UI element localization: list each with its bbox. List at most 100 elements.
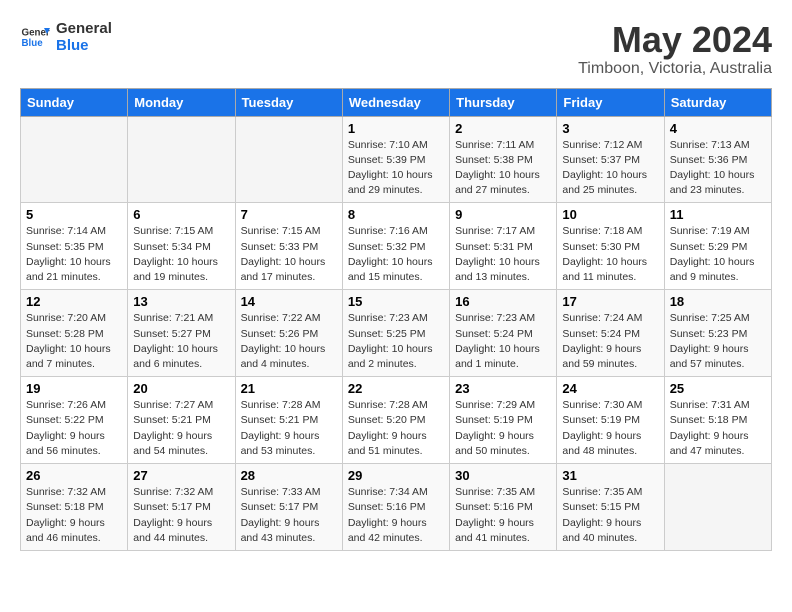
day-info: Sunrise: 7:11 AM Sunset: 5:38 PM Dayligh… xyxy=(455,138,551,199)
day-info: Sunrise: 7:31 AM Sunset: 5:18 PM Dayligh… xyxy=(670,398,766,459)
logo-blue: Blue xyxy=(56,37,112,54)
logo: General Blue General Blue xyxy=(20,20,112,55)
page-header: General Blue General Blue May 2024 Timbo… xyxy=(20,20,772,78)
calendar-cell: 16 Sunrise: 7:23 AM Sunset: 5:24 PM Dayli… xyxy=(450,290,557,377)
day-info: Sunrise: 7:15 AM Sunset: 5:34 PM Dayligh… xyxy=(133,224,229,285)
calendar-cell: 14 Sunrise: 7:22 AM Sunset: 5:26 PM Dayli… xyxy=(235,290,342,377)
location-subtitle: Timboon, Victoria, Australia xyxy=(578,60,772,78)
day-number: 11 xyxy=(670,207,766,222)
calendar-cell: 4 Sunrise: 7:13 AM Sunset: 5:36 PM Daylig… xyxy=(664,116,771,203)
day-info: Sunrise: 7:13 AM Sunset: 5:36 PM Dayligh… xyxy=(670,138,766,199)
calendar-header-row: SundayMondayTuesdayWednesdayThursdayFrid… xyxy=(21,88,772,116)
calendar-cell: 30 Sunrise: 7:35 AM Sunset: 5:16 PM Dayli… xyxy=(450,464,557,551)
day-number: 27 xyxy=(133,468,229,483)
day-info: Sunrise: 7:23 AM Sunset: 5:25 PM Dayligh… xyxy=(348,311,444,372)
calendar-cell: 9Sunrise: 7:17 AM Sunset: 5:31 PM Daylig… xyxy=(450,203,557,290)
calendar-cell: 31 Sunrise: 7:35 AM Sunset: 5:15 PM Dayli… xyxy=(557,464,664,551)
title-block: May 2024 Timboon, Victoria, Australia xyxy=(578,20,772,78)
day-number: 24 xyxy=(562,381,658,396)
day-info: Sunrise: 7:35 AM Sunset: 5:15 PM Dayligh… xyxy=(562,485,658,546)
day-number: 21 xyxy=(241,381,337,396)
day-number: 5 xyxy=(26,207,122,222)
month-year-title: May 2024 xyxy=(578,20,772,60)
header-day-saturday: Saturday xyxy=(664,88,771,116)
day-info: Sunrise: 7:25 AM Sunset: 5:23 PM Dayligh… xyxy=(670,311,766,372)
calendar-cell: 26Sunrise: 7:32 AM Sunset: 5:18 PM Dayli… xyxy=(21,464,128,551)
day-number: 14 xyxy=(241,294,337,309)
day-number: 29 xyxy=(348,468,444,483)
calendar-cell: 23 Sunrise: 7:29 AM Sunset: 5:19 PM Dayli… xyxy=(450,377,557,464)
calendar-cell xyxy=(21,116,128,203)
day-info: Sunrise: 7:32 AM Sunset: 5:17 PM Dayligh… xyxy=(133,485,229,546)
calendar-cell: 18Sunrise: 7:25 AM Sunset: 5:23 PM Dayli… xyxy=(664,290,771,377)
calendar-cell: 20 Sunrise: 7:27 AM Sunset: 5:21 PM Dayli… xyxy=(128,377,235,464)
calendar-cell: 13Sunrise: 7:21 AM Sunset: 5:27 PM Dayli… xyxy=(128,290,235,377)
day-info: Sunrise: 7:30 AM Sunset: 5:19 PM Dayligh… xyxy=(562,398,658,459)
day-info: Sunrise: 7:22 AM Sunset: 5:26 PM Dayligh… xyxy=(241,311,337,372)
day-info: Sunrise: 7:16 AM Sunset: 5:32 PM Dayligh… xyxy=(348,224,444,285)
day-info: Sunrise: 7:20 AM Sunset: 5:28 PM Dayligh… xyxy=(26,311,122,372)
calendar-cell xyxy=(664,464,771,551)
logo-general: General xyxy=(56,20,112,37)
day-number: 4 xyxy=(670,121,766,136)
day-number: 23 xyxy=(455,381,551,396)
day-number: 19 xyxy=(26,381,122,396)
day-info: Sunrise: 7:10 AM Sunset: 5:39 PM Dayligh… xyxy=(348,138,444,199)
day-number: 7 xyxy=(241,207,337,222)
calendar-week-row: 19 Sunrise: 7:26 AM Sunset: 5:22 PM Dayli… xyxy=(21,377,772,464)
calendar-cell: 27 Sunrise: 7:32 AM Sunset: 5:17 PM Dayli… xyxy=(128,464,235,551)
calendar-cell: 2Sunrise: 7:11 AM Sunset: 5:38 PM Daylig… xyxy=(450,116,557,203)
calendar-cell: 29 Sunrise: 7:34 AM Sunset: 5:16 PM Dayli… xyxy=(342,464,449,551)
calendar-table: SundayMondayTuesdayWednesdayThursdayFrid… xyxy=(20,88,772,551)
day-number: 28 xyxy=(241,468,337,483)
day-info: Sunrise: 7:28 AM Sunset: 5:21 PM Dayligh… xyxy=(241,398,337,459)
day-info: Sunrise: 7:23 AM Sunset: 5:24 PM Dayligh… xyxy=(455,311,551,372)
calendar-cell: 28Sunrise: 7:33 AM Sunset: 5:17 PM Dayli… xyxy=(235,464,342,551)
day-info: Sunrise: 7:24 AM Sunset: 5:24 PM Dayligh… xyxy=(562,311,658,372)
calendar-cell: 7 Sunrise: 7:15 AM Sunset: 5:33 PM Daylig… xyxy=(235,203,342,290)
logo-icon: General Blue xyxy=(20,22,50,52)
day-number: 31 xyxy=(562,468,658,483)
calendar-week-row: 1 Sunrise: 7:10 AM Sunset: 5:39 PM Daylig… xyxy=(21,116,772,203)
calendar-cell: 19 Sunrise: 7:26 AM Sunset: 5:22 PM Dayli… xyxy=(21,377,128,464)
day-number: 30 xyxy=(455,468,551,483)
header-day-monday: Monday xyxy=(128,88,235,116)
day-number: 16 xyxy=(455,294,551,309)
calendar-cell: 22 Sunrise: 7:28 AM Sunset: 5:20 PM Dayli… xyxy=(342,377,449,464)
day-info: Sunrise: 7:15 AM Sunset: 5:33 PM Dayligh… xyxy=(241,224,337,285)
calendar-cell xyxy=(128,116,235,203)
calendar-week-row: 5Sunrise: 7:14 AM Sunset: 5:35 PM Daylig… xyxy=(21,203,772,290)
day-number: 26 xyxy=(26,468,122,483)
day-number: 12 xyxy=(26,294,122,309)
calendar-cell: 15Sunrise: 7:23 AM Sunset: 5:25 PM Dayli… xyxy=(342,290,449,377)
day-number: 22 xyxy=(348,381,444,396)
day-number: 9 xyxy=(455,207,551,222)
calendar-week-row: 26Sunrise: 7:32 AM Sunset: 5:18 PM Dayli… xyxy=(21,464,772,551)
calendar-cell: 24 Sunrise: 7:30 AM Sunset: 5:19 PM Dayli… xyxy=(557,377,664,464)
calendar-cell: 17 Sunrise: 7:24 AM Sunset: 5:24 PM Dayli… xyxy=(557,290,664,377)
day-info: Sunrise: 7:27 AM Sunset: 5:21 PM Dayligh… xyxy=(133,398,229,459)
day-info: Sunrise: 7:26 AM Sunset: 5:22 PM Dayligh… xyxy=(26,398,122,459)
calendar-cell: 12 Sunrise: 7:20 AM Sunset: 5:28 PM Dayli… xyxy=(21,290,128,377)
header-day-wednesday: Wednesday xyxy=(342,88,449,116)
calendar-cell: 1 Sunrise: 7:10 AM Sunset: 5:39 PM Daylig… xyxy=(342,116,449,203)
header-day-tuesday: Tuesday xyxy=(235,88,342,116)
calendar-cell: 3Sunrise: 7:12 AM Sunset: 5:37 PM Daylig… xyxy=(557,116,664,203)
header-day-sunday: Sunday xyxy=(21,88,128,116)
day-number: 17 xyxy=(562,294,658,309)
day-number: 20 xyxy=(133,381,229,396)
day-info: Sunrise: 7:21 AM Sunset: 5:27 PM Dayligh… xyxy=(133,311,229,372)
day-number: 3 xyxy=(562,121,658,136)
calendar-body: 1 Sunrise: 7:10 AM Sunset: 5:39 PM Daylig… xyxy=(21,116,772,550)
day-number: 10 xyxy=(562,207,658,222)
day-info: Sunrise: 7:29 AM Sunset: 5:19 PM Dayligh… xyxy=(455,398,551,459)
day-number: 25 xyxy=(670,381,766,396)
day-number: 1 xyxy=(348,121,444,136)
calendar-cell: 25 Sunrise: 7:31 AM Sunset: 5:18 PM Dayli… xyxy=(664,377,771,464)
calendar-cell: 6 Sunrise: 7:15 AM Sunset: 5:34 PM Daylig… xyxy=(128,203,235,290)
day-number: 8 xyxy=(348,207,444,222)
day-info: Sunrise: 7:28 AM Sunset: 5:20 PM Dayligh… xyxy=(348,398,444,459)
day-info: Sunrise: 7:35 AM Sunset: 5:16 PM Dayligh… xyxy=(455,485,551,546)
day-number: 6 xyxy=(133,207,229,222)
day-info: Sunrise: 7:34 AM Sunset: 5:16 PM Dayligh… xyxy=(348,485,444,546)
